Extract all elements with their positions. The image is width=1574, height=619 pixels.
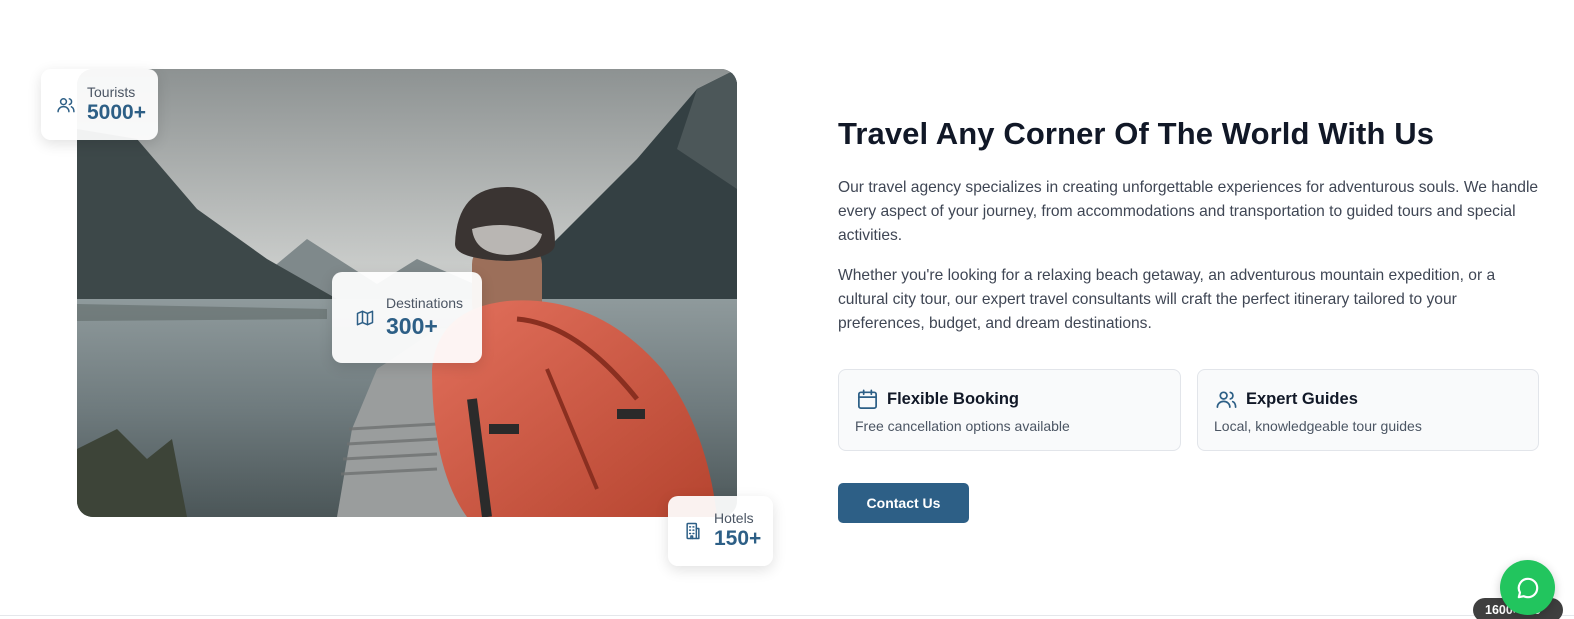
calendar-icon — [855, 387, 879, 411]
chat-bubble-icon — [1517, 577, 1538, 598]
stat-label: Tourists — [87, 83, 136, 100]
detail-paragraph: Whether you're looking for a relaxing be… — [838, 267, 1496, 332]
feature-title: Expert Guides — [1246, 389, 1358, 408]
stat-card-tourists: Tourists 5000+ — [41, 69, 158, 140]
chat-button[interactable] — [1500, 560, 1555, 615]
feature-description: Local, knowledgeable tour guides — [1214, 418, 1422, 434]
about-section: Tourists 5000+ Destinations 300+ Hotels … — [0, 0, 1574, 619]
map-icon — [354, 307, 376, 329]
stat-value: 300+ — [386, 312, 438, 339]
feature-description: Free cancellation options available — [855, 418, 1070, 434]
stat-value: 150+ — [714, 527, 762, 550]
stat-label: Destinations — [386, 294, 464, 311]
section-divider — [0, 615, 1574, 616]
about-content: Travel Any Corner Of The World With Us O… — [838, 112, 1543, 523]
section-heading: Travel Any Corner Of The World With Us — [838, 116, 1435, 151]
feature-list: Flexible Booking Free cancellation optio… — [838, 369, 1543, 451]
feature-card-expert-guides: Expert Guides Local, knowledgeable tour … — [1197, 369, 1539, 451]
feature-card-flexible-booking: Flexible Booking Free cancellation optio… — [838, 369, 1181, 451]
stat-card-hotels: Hotels 150+ — [668, 496, 773, 566]
contact-us-button[interactable]: Contact Us — [838, 483, 969, 523]
stat-card-destinations: Destinations 300+ — [332, 272, 482, 363]
users-icon — [55, 94, 77, 116]
stat-value: 5000+ — [87, 100, 146, 124]
building-icon — [682, 520, 704, 542]
intro-paragraph: Our travel agency specializes in creatin… — [838, 179, 1539, 244]
feature-title: Flexible Booking — [887, 389, 1020, 408]
users-icon — [1214, 387, 1238, 411]
stat-label: Hotels — [714, 510, 754, 526]
